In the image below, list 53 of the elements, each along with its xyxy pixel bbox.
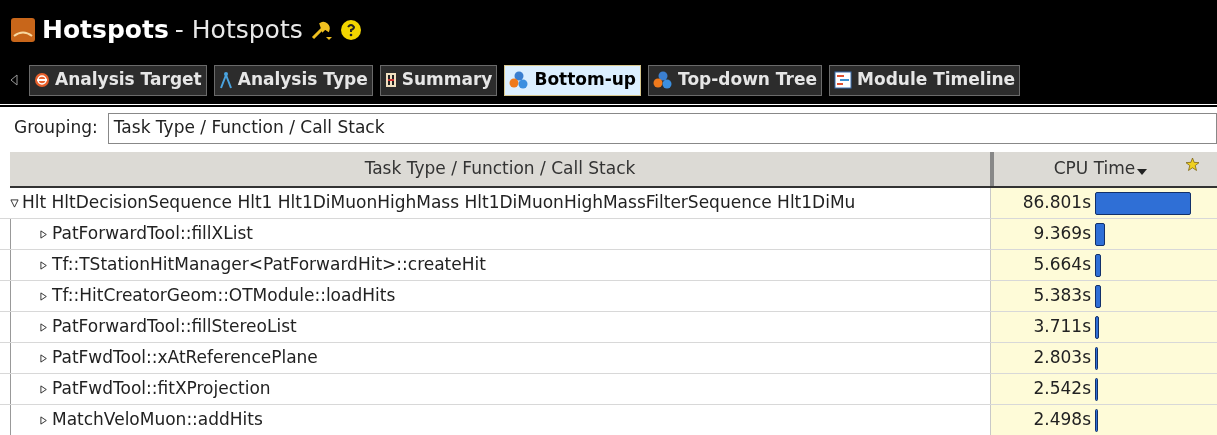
function-name: Hlt HltDecisionSequence Hlt1 Hlt1DiMuonHighMass Hlt1DiMuonHighMassFilterSequence Hlt1DiMu xyxy=(22,191,856,215)
cpu-time-value: 2.498s xyxy=(1032,408,1091,432)
view-tab[interactable]: Top-down Tree xyxy=(648,64,823,96)
column-header[interactable]: Task Type / Function / Call Stack xyxy=(10,152,990,186)
cpu-time-bar xyxy=(1095,377,1098,401)
function-name: PatFwdTool::xAtReferencePlane xyxy=(52,346,318,370)
window-subtitle: - Hotspots xyxy=(174,14,303,47)
star-icon[interactable] xyxy=(1186,158,1199,171)
expand-arrow-icon[interactable] xyxy=(40,415,49,425)
cpu-time-value: 2.803s xyxy=(1032,346,1091,370)
view-tab[interactable]: Bottom-up xyxy=(504,64,642,96)
cpu-time-bar xyxy=(1095,284,1101,308)
target-icon xyxy=(34,72,50,88)
cpu-time-value: 5.383s xyxy=(1032,284,1091,308)
help-icon[interactable] xyxy=(338,18,363,42)
spheres-icon xyxy=(653,71,674,89)
cpu-time-bar xyxy=(1095,253,1102,277)
view-tab[interactable]: Analysis Type xyxy=(213,64,373,96)
function-name: Tf::HitCreatorGeom::OTModule::loadHits xyxy=(52,284,396,308)
sort-descending-icon xyxy=(1137,169,1148,175)
function-name: MatchVeloMuon::addHits xyxy=(52,408,263,432)
view-tab[interactable]: Summary xyxy=(379,64,498,96)
expand-arrow-icon[interactable] xyxy=(40,291,49,301)
cpu-time-value: 3.711s xyxy=(1032,315,1091,339)
cpu-time-value: 86.801s xyxy=(1021,191,1091,215)
expand-arrow-icon[interactable] xyxy=(40,384,49,394)
cpu-time-bar xyxy=(1095,222,1106,246)
cpu-time-value: 5.664s xyxy=(1032,253,1091,277)
grouping-label: Grouping: xyxy=(14,116,98,140)
function-name: Tf::TStationHitManager<PatForwardHit>::createHit xyxy=(52,253,486,277)
expand-arrow-icon[interactable] xyxy=(40,322,49,332)
cpu-time-bar xyxy=(1095,346,1099,370)
function-name: PatForwardTool::fillStereoList xyxy=(52,315,297,339)
scroll-left-icon[interactable] xyxy=(10,74,18,86)
expand-arrow-icon[interactable] xyxy=(40,260,49,270)
window-title: Hotspots xyxy=(42,14,169,47)
summary-icon xyxy=(384,72,397,88)
cpu-time-value: 2.542s xyxy=(1032,377,1091,401)
expand-arrow-icon[interactable] xyxy=(40,229,49,239)
function-name: PatForwardTool::fillXList xyxy=(52,222,253,246)
expand-arrow-icon[interactable] xyxy=(40,353,49,363)
cpu-time-value: 9.369s xyxy=(1032,222,1091,246)
cpu-time-bar xyxy=(1095,315,1100,339)
timeline-icon xyxy=(834,71,853,89)
app-logo-icon xyxy=(10,17,36,43)
collapse-arrow-icon[interactable] xyxy=(10,198,19,208)
compass-icon xyxy=(218,71,233,89)
cpu-time-bar xyxy=(1095,408,1098,432)
spheres-icon xyxy=(509,71,530,89)
function-name: PatFwdTool::fitXProjection xyxy=(52,377,271,401)
grouping-dropdown[interactable]: Task Type / Function / Call Stack xyxy=(107,112,1217,144)
view-tab[interactable]: Analysis Target xyxy=(29,64,207,96)
view-tab[interactable]: Module Timeline xyxy=(829,64,1021,96)
